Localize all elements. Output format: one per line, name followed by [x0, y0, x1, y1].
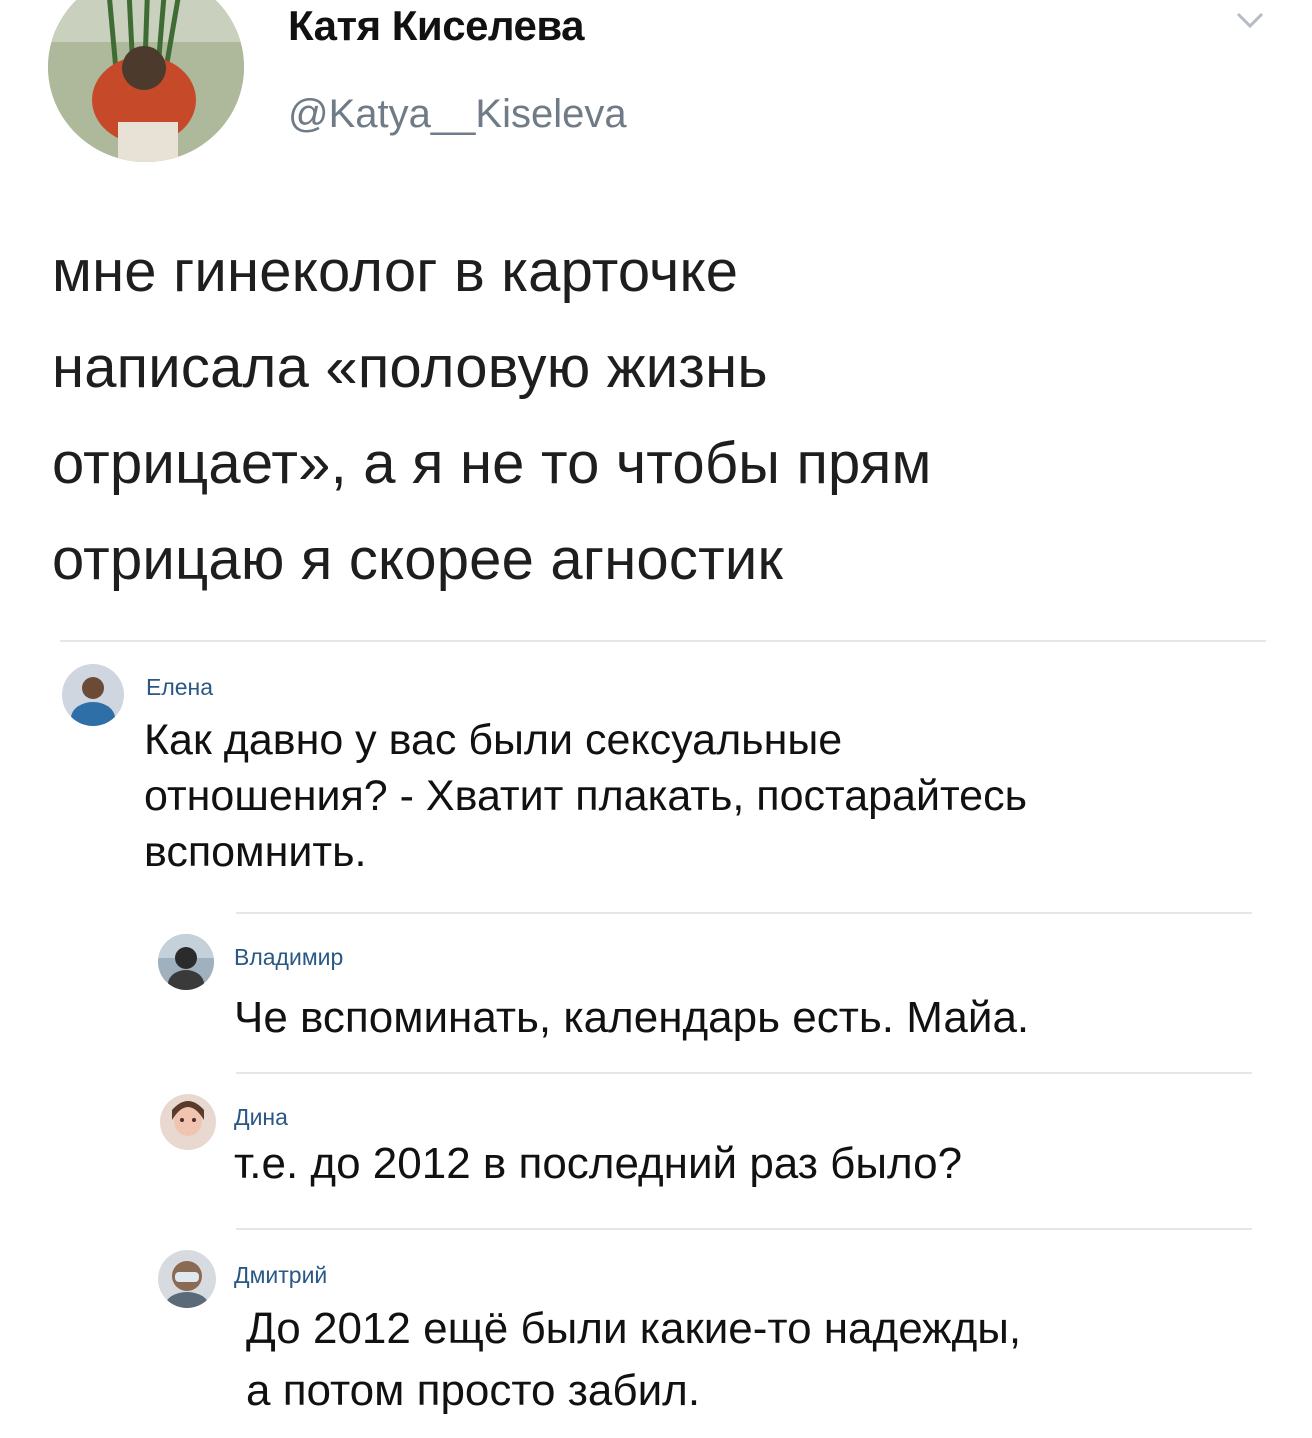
comment-avatar[interactable] — [160, 1094, 216, 1150]
tweet-text-line: мне гинеколог в карточке — [52, 239, 739, 304]
tweet-author-handle[interactable]: @Katya__Kiseleva — [288, 92, 627, 137]
comment-text-line: а потом просто забил. — [246, 1366, 701, 1415]
divider — [60, 640, 1266, 642]
tweet-menu-button[interactable] — [1230, 6, 1270, 36]
comment-text-line: До 2012 ещё были какие-то надежды, — [246, 1304, 1022, 1353]
user-avatar-icon — [158, 1250, 216, 1308]
comment-text-line: Че вспоминать, календарь есть. Майа. — [234, 993, 1030, 1042]
comment-avatar[interactable] — [158, 1250, 216, 1308]
user-avatar-icon — [62, 664, 124, 726]
tweet-text-line: отрицает», а я не то чтобы прям — [52, 431, 932, 496]
divider — [236, 912, 1252, 914]
tweet-text: мне гинеколог в карточке написала «полов… — [52, 224, 1292, 608]
tweet-author-avatar[interactable] — [48, 0, 244, 162]
comment-text-line: Как давно у вас были сексуальные — [144, 716, 843, 764]
comment-text: т.е. до 2012 в последний раз было? — [234, 1136, 962, 1192]
user-avatar-icon — [158, 934, 214, 990]
divider — [236, 1228, 1252, 1230]
comment-author[interactable]: Елена — [146, 674, 213, 701]
comment-text: Как давно у вас были сексуальные отношен… — [144, 712, 1027, 880]
comment-text: До 2012 ещё были какие-то надежды, а пот… — [246, 1298, 1021, 1422]
comment-author[interactable]: Дмитрий — [234, 1262, 327, 1289]
tweet-text-line: написала «половую жизнь — [52, 335, 768, 400]
avatar-photo-icon — [48, 0, 244, 162]
comment-author[interactable]: Дина — [234, 1104, 288, 1131]
divider — [236, 1072, 1252, 1074]
tweet-author-name[interactable]: Катя Киселева — [288, 2, 585, 50]
comment-avatar[interactable] — [158, 934, 214, 990]
comment-avatar[interactable] — [62, 664, 124, 726]
comment-text: Че вспоминать, календарь есть. Майа. — [234, 990, 1029, 1046]
comment-text-line: отношения? - Хватит плакать, постарайтес… — [144, 772, 1027, 820]
tweet-text-line: отрицаю я скорее агностик — [52, 527, 784, 592]
chevron-down-icon — [1236, 12, 1264, 29]
comment-text-line: т.е. до 2012 в последний раз было? — [234, 1139, 963, 1188]
comment-text-line: вспомнить. — [144, 828, 367, 876]
user-avatar-icon — [160, 1094, 216, 1150]
comment-author[interactable]: Владимир — [234, 944, 343, 971]
